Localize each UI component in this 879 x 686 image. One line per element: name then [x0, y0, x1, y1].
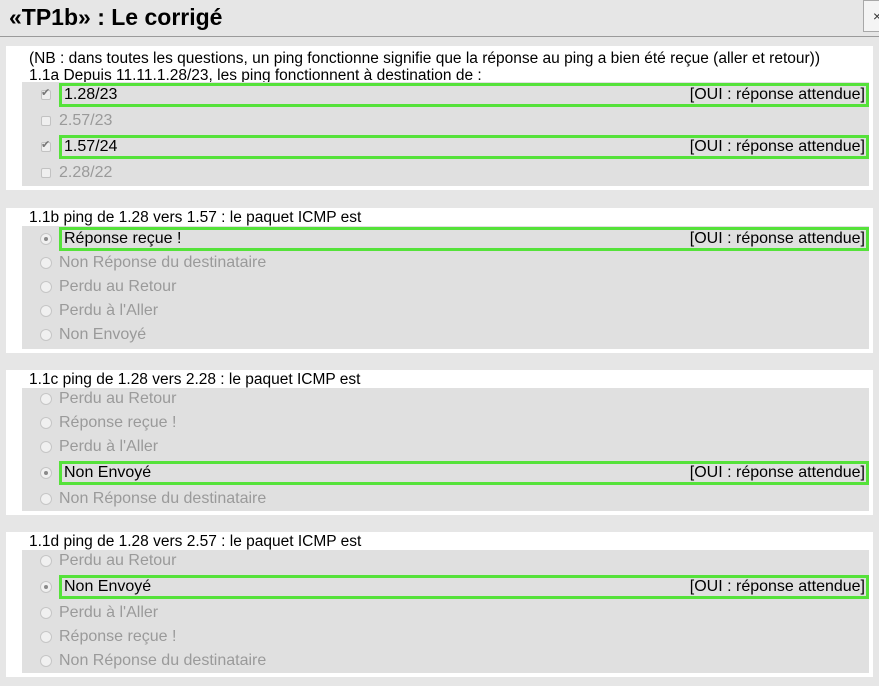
answer-list: ✔ 1.28/23 [OUI : réponse attendue] 2.57/…	[22, 82, 869, 186]
radio-button[interactable]	[40, 329, 52, 341]
answer-option[interactable]: Réponse reçue ! [OUI : réponse attendue]	[22, 227, 869, 251]
answer-label: Non Réponse du destinataire	[59, 490, 267, 507]
answer-list: Réponse reçue ! [OUI : réponse attendue]…	[22, 226, 869, 349]
checkbox[interactable]	[41, 116, 51, 126]
radio-button[interactable]	[40, 393, 52, 405]
answer-label: 2.57/23	[59, 112, 113, 129]
answer-option[interactable]: Perdu à l'Aller	[22, 299, 869, 323]
correct-answer-highlight: Non Envoyé [OUI : réponse attendue]	[59, 575, 869, 599]
answer-label: Perdu à l'Aller	[59, 302, 159, 319]
answer-option[interactable]: Réponse reçue !	[22, 625, 869, 649]
answer-option[interactable]: Non Réponse du destinataire	[22, 487, 869, 511]
radio-dot-icon	[44, 471, 48, 475]
question-card-1-1b: 1.1b ping de 1.28 vers 1.57 : le paquet …	[6, 208, 873, 353]
answer-option[interactable]: Perdu à l'Aller	[22, 601, 869, 625]
answer-option[interactable]: Réponse reçue !	[22, 411, 869, 435]
answer-feedback: [OUI : réponse attendue]	[689, 578, 865, 595]
answer-option[interactable]: Perdu au Retour	[22, 549, 869, 573]
answer-option[interactable]: Non Réponse du destinataire	[22, 649, 869, 673]
answer-feedback: [OUI : réponse attendue]	[689, 230, 865, 247]
question-card-1-1a: (NB : dans toutes les questions, un ping…	[6, 46, 873, 190]
radio-button[interactable]	[40, 581, 52, 593]
question-note: (NB : dans toutes les questions, un ping…	[29, 50, 820, 67]
checkbox[interactable]: ✔	[41, 87, 51, 100]
correct-answer-highlight: Réponse reçue ! [OUI : réponse attendue]	[59, 227, 869, 251]
question-text: 1.1b ping de 1.28 vers 1.57 : le paquet …	[29, 209, 362, 226]
question-text: 1.1d ping de 1.28 vers 2.57 : le paquet …	[29, 533, 362, 550]
answer-label: Non Envoyé	[59, 326, 147, 343]
radio-button[interactable]	[40, 441, 52, 453]
radio-dot-icon	[44, 585, 48, 589]
answer-list: Perdu au Retour Non Envoyé [OUI : répons…	[22, 550, 869, 673]
answer-feedback: [OUI : réponse attendue]	[689, 464, 865, 481]
answer-feedback: [OUI : réponse attendue]	[689, 86, 865, 103]
radio-button[interactable]	[40, 631, 52, 643]
answer-option[interactable]: Non Envoyé	[22, 323, 869, 347]
answer-label: 1.28/23	[64, 86, 118, 103]
radio-button[interactable]	[40, 417, 52, 429]
answer-option[interactable]: ✔ 1.28/23 [OUI : réponse attendue]	[22, 83, 869, 107]
answer-label: Réponse reçue !	[59, 628, 177, 645]
answer-option[interactable]: Perdu au Retour	[22, 387, 869, 411]
checkmark-icon: ✔	[41, 87, 51, 99]
question-text: 1.1c ping de 1.28 vers 2.28 : le paquet …	[29, 371, 361, 388]
answer-option[interactable]: Perdu à l'Aller	[22, 435, 869, 459]
answer-option[interactable]: ✔ 1.57/24 [OUI : réponse attendue]	[22, 135, 869, 159]
answer-label: Réponse reçue !	[64, 230, 182, 247]
checkbox[interactable]	[41, 168, 51, 178]
checkmark-icon: ✔	[41, 139, 51, 151]
answer-label: Non Réponse du destinataire	[59, 652, 267, 669]
answer-label: Non Envoyé	[64, 464, 152, 481]
question-card-1-1d: 1.1d ping de 1.28 vers 2.57 : le paquet …	[6, 532, 873, 677]
answer-option[interactable]: Non Réponse du destinataire	[22, 251, 869, 275]
radio-button[interactable]	[40, 655, 52, 667]
radio-button[interactable]	[40, 493, 52, 505]
answer-label: Non Envoyé	[64, 578, 152, 595]
radio-button[interactable]	[40, 233, 52, 245]
radio-button[interactable]	[40, 305, 52, 317]
answer-label: 2.28/22	[59, 164, 113, 181]
answer-option[interactable]: Non Envoyé [OUI : réponse attendue]	[22, 461, 869, 485]
radio-button[interactable]	[40, 607, 52, 619]
page-title: «TP1b» : Le corrigé	[9, 4, 223, 30]
radio-button[interactable]	[40, 467, 52, 479]
radio-dot-icon	[44, 237, 48, 241]
answer-feedback: [OUI : réponse attendue]	[689, 138, 865, 155]
radio-button[interactable]	[40, 555, 52, 567]
answer-label: Perdu au Retour	[59, 390, 177, 407]
header-bar: «TP1b» : Le corrigé ×	[0, 0, 879, 37]
answer-option[interactable]: Perdu au Retour	[22, 275, 869, 299]
answer-label: Perdu à l'Aller	[59, 438, 159, 455]
answer-option[interactable]: Non Envoyé [OUI : réponse attendue]	[22, 575, 869, 599]
answer-label: Non Réponse du destinataire	[59, 254, 267, 271]
answer-option[interactable]: 2.28/22	[22, 161, 869, 185]
checkbox[interactable]: ✔	[41, 139, 51, 152]
answer-label: Perdu au Retour	[59, 552, 177, 569]
correct-answer-highlight: 1.28/23 [OUI : réponse attendue]	[59, 83, 869, 107]
answer-label: Perdu à l'Aller	[59, 604, 159, 621]
correct-answer-highlight: 1.57/24 [OUI : réponse attendue]	[59, 135, 869, 159]
answer-label: 1.57/24	[64, 138, 118, 155]
radio-button[interactable]	[40, 281, 52, 293]
answer-option[interactable]: 2.57/23	[22, 109, 869, 133]
close-button[interactable]: ×	[863, 0, 879, 32]
question-card-1-1c: 1.1c ping de 1.28 vers 2.28 : le paquet …	[6, 370, 873, 515]
correct-answer-highlight: Non Envoyé [OUI : réponse attendue]	[59, 461, 869, 485]
answer-label: Réponse reçue !	[59, 414, 177, 431]
answer-list: Perdu au Retour Réponse reçue ! Perdu à …	[22, 388, 869, 511]
answer-label: Perdu au Retour	[59, 278, 177, 295]
radio-button[interactable]	[40, 257, 52, 269]
